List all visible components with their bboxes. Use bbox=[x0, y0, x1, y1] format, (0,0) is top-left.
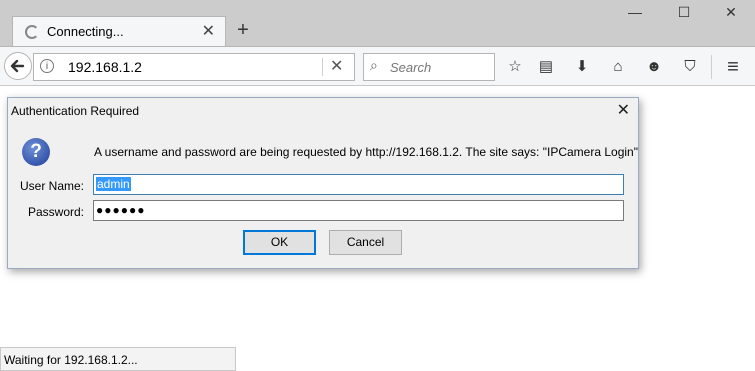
minimize-button[interactable]: — bbox=[620, 4, 650, 26]
navigation-bar: i 192.168.1.2 ✕ ⌕ Search ☆ ▤ ⬇ ⌂ ☻ ⛉ ≡ bbox=[0, 46, 755, 86]
url-bar[interactable]: i 192.168.1.2 ✕ bbox=[33, 53, 355, 81]
tab-close-icon[interactable]: ✕ bbox=[202, 21, 215, 41]
site-info-icon[interactable]: i bbox=[40, 59, 54, 73]
dialog-message: A username and password are being reques… bbox=[94, 145, 638, 159]
url-text[interactable]: 192.168.1.2 bbox=[68, 59, 142, 75]
menu-icon[interactable]: ≡ bbox=[722, 56, 744, 78]
back-arrow-icon bbox=[10, 59, 25, 73]
back-button[interactable] bbox=[4, 52, 32, 80]
maximize-button[interactable]: ☐ bbox=[669, 4, 699, 26]
status-bar: Waiting for 192.168.1.2... bbox=[0, 347, 236, 371]
search-placeholder[interactable]: Search bbox=[390, 60, 431, 75]
question-icon: ? bbox=[22, 138, 50, 166]
toolbar-divider bbox=[711, 55, 712, 79]
username-field[interactable]: admin bbox=[93, 174, 624, 195]
username-value: admin bbox=[96, 177, 131, 191]
dialog-title: Authentication Required bbox=[11, 104, 140, 118]
username-label: User Name: bbox=[19, 179, 84, 193]
download-icon[interactable]: ⬇ bbox=[571, 56, 593, 78]
title-bar: Connecting... ✕ + — ☐ ✕ bbox=[0, 0, 755, 46]
loading-spinner-icon bbox=[25, 25, 39, 39]
password-label: Password: bbox=[27, 205, 84, 219]
home-icon[interactable]: ⌂ bbox=[607, 56, 629, 78]
search-bar[interactable]: ⌕ Search bbox=[363, 53, 495, 81]
authentication-dialog: Authentication Required ✕ ? A username a… bbox=[7, 97, 639, 269]
pocket-icon[interactable]: ⛉ bbox=[679, 56, 701, 78]
window-close-button[interactable]: ✕ bbox=[716, 4, 746, 26]
new-tab-button[interactable]: + bbox=[232, 18, 254, 42]
reading-list-icon[interactable]: ▤ bbox=[535, 56, 557, 78]
stop-icon[interactable]: ✕ bbox=[330, 56, 343, 76]
browser-tab[interactable]: Connecting... ✕ bbox=[12, 16, 226, 46]
password-field[interactable]: ●●●●●● bbox=[93, 200, 624, 221]
url-divider bbox=[322, 58, 323, 76]
cancel-button[interactable]: Cancel bbox=[329, 230, 402, 255]
ok-button[interactable]: OK bbox=[243, 230, 316, 255]
bookmark-star-icon[interactable]: ☆ bbox=[504, 56, 526, 78]
tab-title: Connecting... bbox=[47, 24, 124, 39]
search-icon: ⌕ bbox=[370, 57, 378, 73]
smiley-icon[interactable]: ☻ bbox=[643, 56, 665, 78]
dialog-close-icon[interactable]: ✕ bbox=[617, 100, 630, 120]
password-value: ●●●●●● bbox=[96, 203, 146, 217]
